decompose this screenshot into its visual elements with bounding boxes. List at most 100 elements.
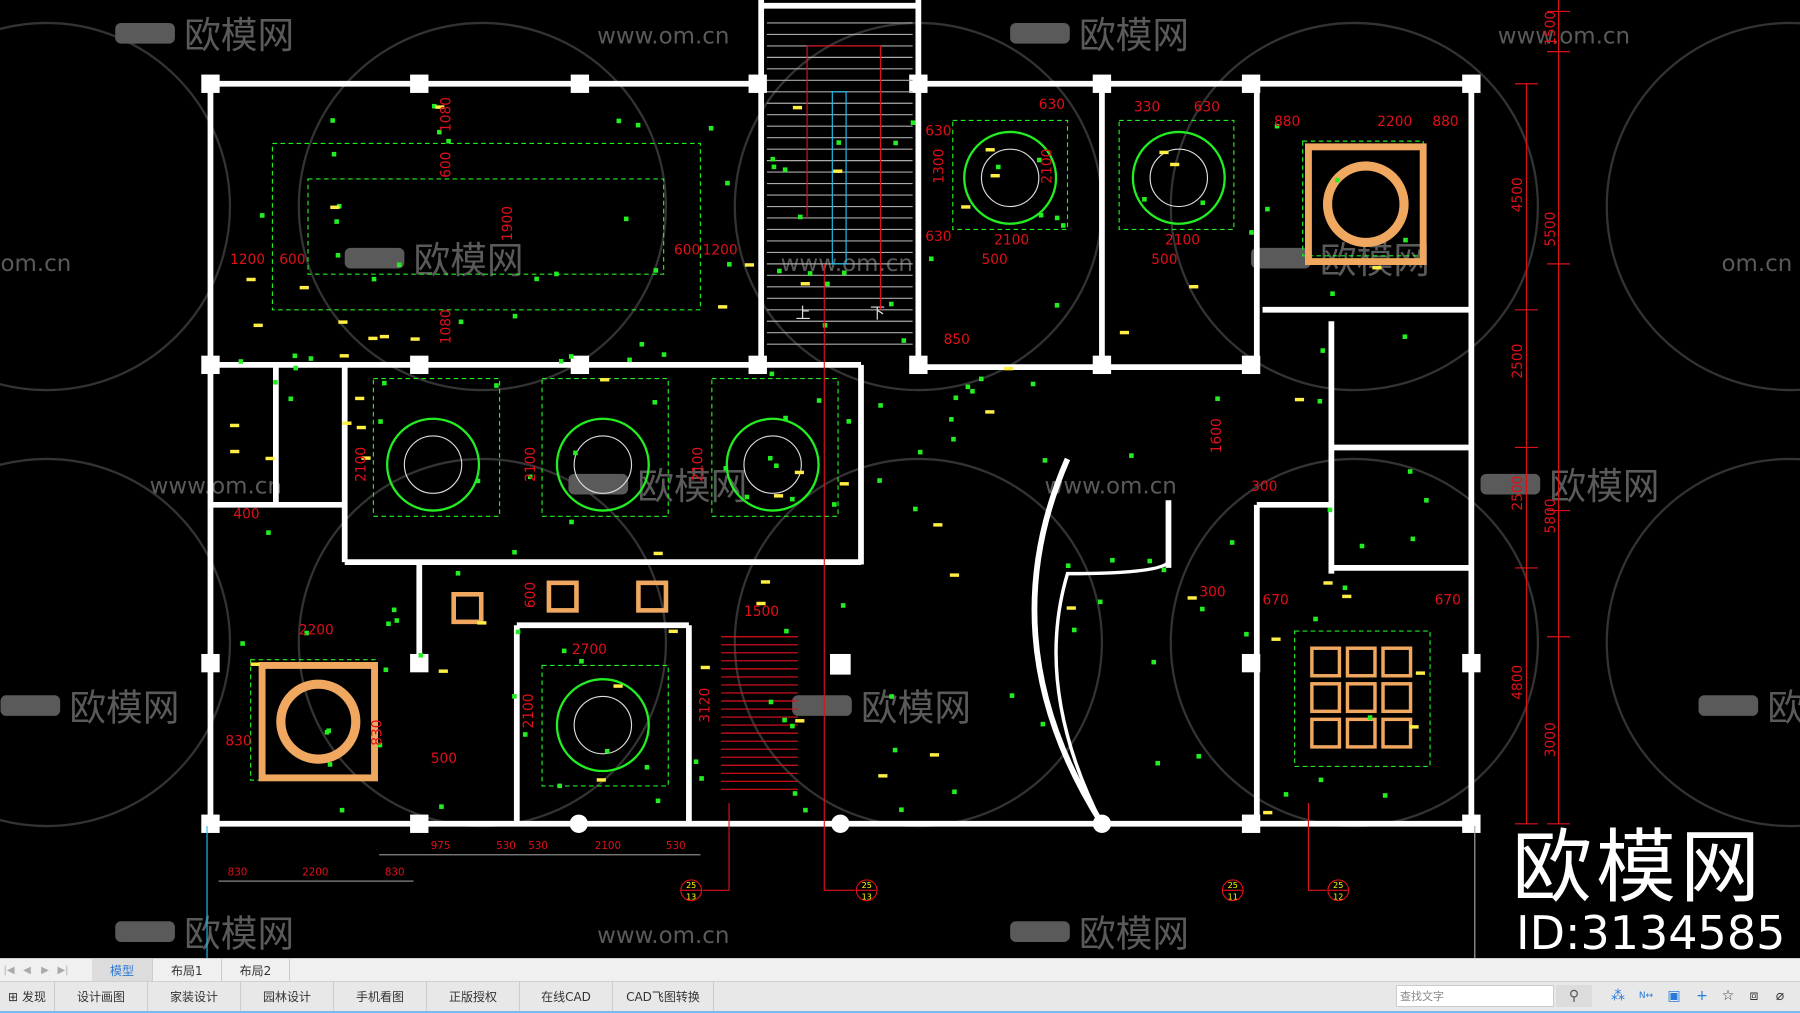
column [201,74,220,93]
light-fixture [339,807,345,813]
mobile-view-button[interactable]: 手机看图 [334,982,427,1011]
light-fixture [877,478,882,483]
stair-handrail [831,91,847,265]
light-fixture [725,180,730,186]
light-tag [878,774,888,778]
ceiling-medallion [573,695,633,755]
light-fixture [579,658,584,664]
light-fixture [782,717,787,723]
light-fixture [623,216,629,222]
dimension-label: 880 [1274,114,1300,130]
light-fixture [913,506,918,512]
light-tag [477,621,487,625]
light-tag [933,523,943,527]
column [909,74,928,93]
design-drawing-button[interactable]: 设计画图 [55,982,148,1011]
ceiling-medallion [555,417,650,512]
tab-layout2[interactable]: 布局2 [222,959,291,982]
light-fixture [770,156,776,162]
home-design-button[interactable]: 家装设计 [148,982,241,1011]
layout-tabs-bar: |◀ ◀ ▶ ▶| 模型 布局1 布局2 [0,958,1800,982]
last-tab-icon[interactable]: ▶| [54,959,72,982]
tab-model[interactable]: 模型 [92,959,154,982]
watermark-sofa-icon [0,695,61,716]
watermark-brand: 欧模网 [414,239,524,282]
light-fixture [979,376,984,382]
dimension-label: 530 [528,840,548,852]
light-fixture [335,252,341,258]
watermark-brand: 欧模网 [1549,465,1659,508]
light-fixture [635,122,641,128]
decorative-tile [451,592,484,625]
snap-icon[interactable]: ⁂ [1608,986,1628,1006]
cad-convert-button[interactable]: CAD飞图转换 [613,982,714,1011]
light-fixture [952,789,957,795]
dimension-label: 1080 [438,309,454,344]
light-fixture [1030,381,1036,387]
3d-box-icon[interactable]: ⧈ [1744,986,1764,1006]
watermark-circle [0,457,232,828]
light-fixture [1410,536,1416,542]
column [201,355,220,375]
dimension-label: 600 [279,252,305,268]
leader-line [823,263,856,891]
rotate-icon[interactable]: ⌀ [1770,986,1790,1006]
watermark-brand: 欧模网 [1767,687,1800,730]
light-fixture [1403,237,1408,243]
light-fixture [661,352,667,357]
tab-layout1[interactable]: 布局1 [153,959,222,982]
grid-icon: ⊞ [7,989,19,1004]
light-fixture [561,648,567,654]
light-fixture [965,384,971,390]
dimension-label: 1500 [1543,11,1559,46]
measure-icon[interactable]: ▣ [1664,986,1684,1006]
light-fixture [1147,558,1153,564]
light-tag [330,205,340,210]
grid-node [831,814,850,833]
search-text-input[interactable]: 查找文字 [1396,985,1554,1007]
light-fixture [777,268,782,274]
light-fixture [568,354,574,359]
decorative-tile [1310,646,1342,678]
online-cad-button[interactable]: 在线CAD [520,982,613,1011]
license-button[interactable]: 正版授权 [427,982,520,1011]
light-tag [253,323,263,328]
column [748,355,767,375]
light-fixture [522,732,528,737]
section-mark-bottom: 12 [1333,892,1343,901]
next-tab-icon[interactable]: ▶ [36,959,54,982]
column [410,355,429,375]
light-fixture [846,419,852,424]
light-tag [339,354,349,358]
watermark-url: om.cn [1,251,72,277]
garden-design-button[interactable]: 园林设计 [241,982,334,1011]
dimension-label: 530 [666,840,686,852]
light-fixture [604,748,610,754]
star-icon[interactable]: ☆ [1718,986,1738,1006]
light-fixture [327,762,333,767]
search-icon[interactable]: ⚲ [1556,985,1592,1007]
watermark-url: www.om.cn [150,473,282,499]
dimension-label: 2100 [1165,232,1200,248]
light-fixture [439,804,444,809]
first-tab-icon[interactable]: |◀ [0,959,18,982]
discover-button[interactable]: ⊞ 发现 [0,982,55,1011]
ceiling-medallion [980,148,1040,208]
dimension-label: 670 [1435,593,1461,609]
crosshair-icon[interactable]: + [1692,986,1712,1006]
prev-tab-icon[interactable]: ◀ [18,959,36,982]
watermark-circle [1605,21,1800,392]
watermark-brand: 欧模网 [184,14,294,57]
light-fixture [825,281,830,287]
cad-drawing-canvas[interactable]: 欧模网欧模网欧模网欧模网欧模网欧模网欧模网欧模网欧模网欧模网欧模网www.om.… [0,0,1800,958]
light-tag [596,778,606,782]
light-fixture [949,417,954,422]
watermark-url: www.om.cn [1498,24,1630,50]
watermark-url: www.om.cn [1045,473,1177,499]
dimension-label: 630 [1194,99,1220,115]
dimension-label: 1300 [932,149,948,184]
light-fixture [699,776,704,781]
ortho-icon[interactable]: N↔ [1636,986,1656,1006]
light-fixture [644,764,650,770]
light-tag [985,148,995,152]
